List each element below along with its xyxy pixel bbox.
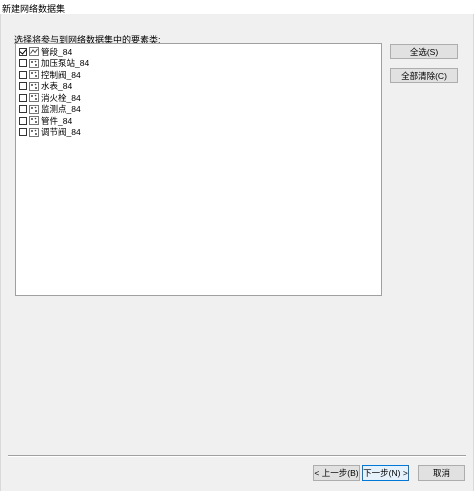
list-item-label: 水表_84 <box>41 81 73 91</box>
list-item[interactable]: 监测点_84 <box>19 104 81 115</box>
window-frame-left <box>0 14 1 491</box>
window-title: 新建网络数据集 <box>2 4 66 14</box>
back-button[interactable]: < 上一步(B) <box>313 465 360 481</box>
list-item-label: 监测点_84 <box>41 104 81 114</box>
item-checkbox[interactable] <box>19 59 27 67</box>
feature-class-list[interactable]: 管段_84 加压泵站_84 控制阀_84 水表_84 消火栓_84 监测点_84… <box>15 43 382 296</box>
item-checkbox[interactable] <box>19 116 27 125</box>
select-all-button[interactable]: 全选(S) <box>390 44 458 59</box>
item-checkbox[interactable] <box>19 82 27 90</box>
list-item[interactable]: 控制阀_84 <box>19 69 81 80</box>
list-item-label: 控制阀_84 <box>41 69 81 80</box>
point-feature-icon <box>29 70 39 79</box>
point-feature-icon <box>29 58 39 68</box>
item-checkbox[interactable] <box>19 105 27 113</box>
list-item[interactable]: 加压泵站_84 <box>19 58 89 69</box>
item-checkbox[interactable] <box>19 70 27 79</box>
next-button[interactable]: 下一步(N) > <box>362 465 409 481</box>
list-item-label: 消火栓_84 <box>41 92 81 103</box>
list-item[interactable]: 管段_84 <box>19 46 72 57</box>
list-item-label: 管件_84 <box>41 115 73 126</box>
item-checkbox[interactable] <box>19 93 27 102</box>
point-feature-icon <box>29 93 39 102</box>
cancel-button[interactable]: 取消 <box>418 465 465 481</box>
point-feature-icon <box>29 116 39 125</box>
item-checkbox[interactable] <box>19 128 27 136</box>
line-feature-icon <box>29 47 39 56</box>
clear-all-button[interactable]: 全部清除(C) <box>390 68 458 83</box>
list-item[interactable]: 调节阀_84 <box>19 127 81 138</box>
list-item-label: 管段_84 <box>41 46 73 57</box>
list-item[interactable]: 水表_84 <box>19 81 72 92</box>
list-item[interactable]: 管件_84 <box>19 115 72 126</box>
list-item-label: 调节阀_84 <box>41 127 81 137</box>
item-checkbox[interactable] <box>19 47 27 56</box>
footer-separator <box>8 455 466 457</box>
title-bar: 新建网络数据集 <box>0 0 474 14</box>
point-feature-icon <box>29 81 39 91</box>
point-feature-icon <box>29 127 39 137</box>
list-item[interactable]: 消火栓_84 <box>19 92 81 103</box>
point-feature-icon <box>29 104 39 114</box>
list-item-label: 加压泵站_84 <box>41 58 90 68</box>
